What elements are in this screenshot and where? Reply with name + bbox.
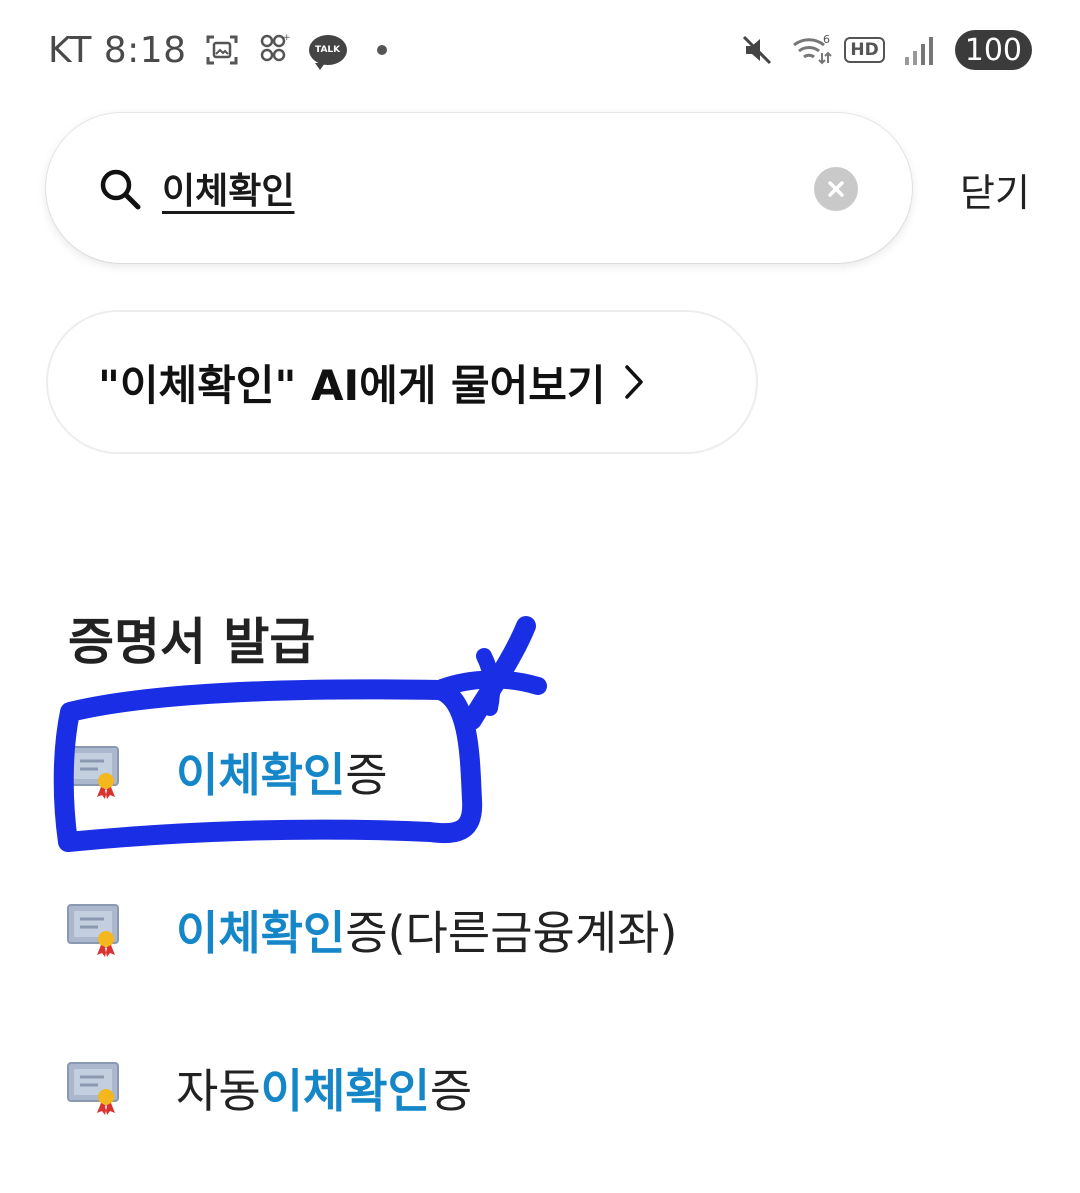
result-highlight: 이체확인 xyxy=(176,906,346,960)
result-item-auto-transfer-confirm[interactable]: 자동이체확인증 xyxy=(60,1038,960,1138)
ai-ask-label: "이체확인" AI에게 물어보기 xyxy=(98,360,606,410)
status-right: 6 HD 100 xyxy=(740,28,1032,72)
section-title: 증명서 발급 xyxy=(68,613,316,671)
status-bar: KT 8:18 + TALK 6 HD 100 xyxy=(0,0,1080,100)
battery-icon: 100 xyxy=(954,30,1032,70)
search-icon xyxy=(98,167,142,211)
certificate-icon xyxy=(60,1057,126,1119)
notification-dot xyxy=(376,45,387,55)
result-item-transfer-confirm[interactable]: 이체확인증 xyxy=(60,722,960,822)
result-highlight: 이체확인 xyxy=(176,748,346,802)
result-highlight: 이체확인 xyxy=(260,1064,430,1118)
clear-icon[interactable] xyxy=(814,167,858,211)
result-label: 이체확인증 xyxy=(176,748,388,802)
status-left: KT 8:18 + TALK xyxy=(48,24,387,76)
mute-icon xyxy=(740,33,774,67)
search-box[interactable] xyxy=(46,113,912,263)
signal-icon xyxy=(903,33,937,67)
svg-text:6: 6 xyxy=(823,33,830,46)
carrier-time: KT 8:18 xyxy=(48,29,187,71)
hd-voice-icon: HD xyxy=(844,37,885,63)
result-item-transfer-confirm-other[interactable]: 이체확인증(다른금융계좌) xyxy=(60,880,960,980)
svg-text:+: + xyxy=(283,33,291,43)
close-button[interactable]: 닫기 xyxy=(960,162,1030,217)
certificate-icon xyxy=(60,741,126,803)
wifi-icon: 6 xyxy=(792,33,833,67)
chevron-right-icon xyxy=(624,364,644,400)
kakaotalk-icon: TALK xyxy=(308,35,347,70)
ai-ask-button[interactable]: "이체확인" AI에게 물어보기 xyxy=(46,310,758,454)
screenshot-icon xyxy=(205,33,239,67)
search-input[interactable] xyxy=(162,157,762,219)
game-icon: + xyxy=(257,33,291,67)
result-label: 이체확인증(다른금융계좌) xyxy=(176,906,678,960)
certificate-icon xyxy=(60,899,126,961)
result-label: 자동이체확인증 xyxy=(176,1064,473,1118)
